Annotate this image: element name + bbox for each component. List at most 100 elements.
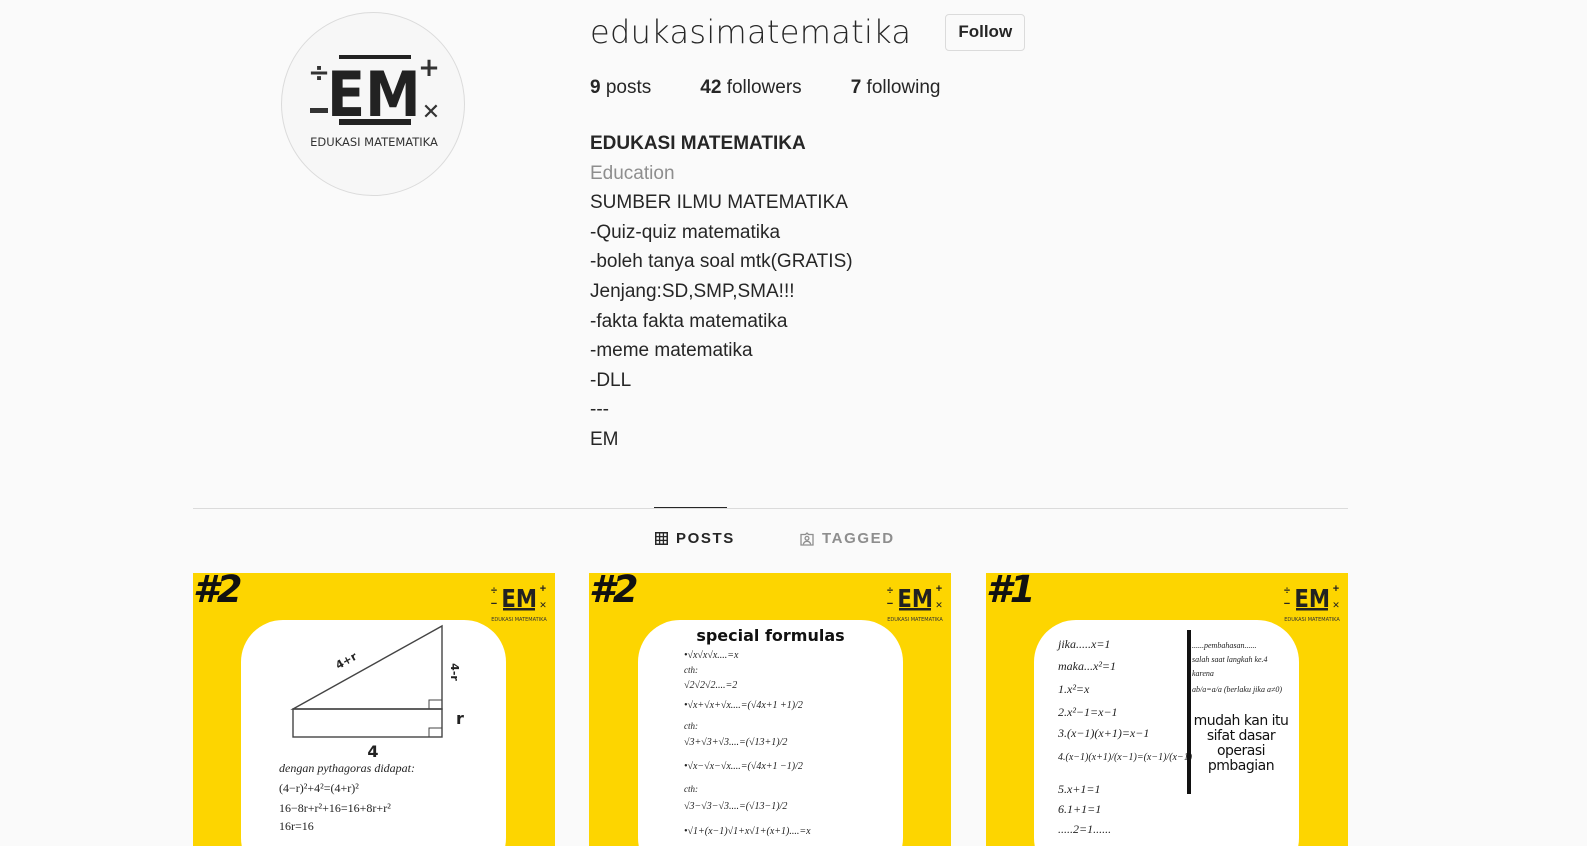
svg-text:EM: EM [327,58,421,131]
bio-line: SUMBER ILMU MATEMATIKA [590,192,848,214]
svg-text:✕: ✕ [422,100,440,125]
vertical-divider [1187,630,1191,794]
posts-count-stat: 9 posts [590,77,651,99]
math-line: •√1+(x−1)√1+x√1+(x+1)....=x [684,826,811,837]
svg-text:÷: ÷ [491,585,497,597]
post-thumbnail[interactable]: #2 EM ÷ + − ✕ EDUKASI MATEMATIKA special… [589,573,951,846]
svg-text:−: − [491,598,497,610]
post-number: #2 [193,573,242,611]
post-thumbnail[interactable]: #2 EM ÷ + − ✕ EDUKASI MATEMATIKA 4+r 4-r… [193,573,555,846]
following-count: 7 [850,77,862,98]
math-line: √3−√3−√3....=(√13−1)/2 [684,801,788,812]
bio-line: EM [590,428,619,450]
svg-text:✕: ✕ [539,600,547,610]
svg-text:EDUKASI MATEMATIKA: EDUKASI MATEMATIKA [1284,617,1340,623]
svg-text:4-r: 4-r [448,663,461,681]
profile-bio: EDUKASI MATEMATIKA Education SUMBER ILMU… [590,129,1290,455]
math-line: •√x−√x−√x....=(√4x+1 −1)/2 [684,761,803,772]
bio-line: -Quiz-quiz matematika [590,221,781,243]
bio-name: EDUKASI MATEMATIKA [590,133,806,154]
profile-page: EM ÷ + ✕ EDUKASI MATEMATIKA edukasimatem… [0,0,1587,846]
following-stat[interactable]: 7 following [851,77,941,99]
svg-text:+: + [418,53,440,83]
note-line: salah saat langkah ke.4 [1192,655,1268,664]
note-line: ab/a=a/a (berlaku jika a≠0) [1192,685,1282,694]
post-card: special formulas •√x√x√x....=x cth: √2√2… [638,620,903,846]
math-line: 16−8r+r²+16=16+8r+r² [279,801,391,815]
svg-text:EDUKASI MATEMATIKA: EDUKASI MATEMATIKA [887,617,943,623]
post-number: #1 [986,573,1035,611]
tab-posts[interactable]: POSTS [655,530,735,547]
profile-username: edukasimatematika [590,13,912,51]
math-line: cth: [684,784,698,794]
special-formulas-title: special formulas [696,626,845,645]
post-number: #2 [589,573,638,611]
followers-stat[interactable]: 42 followers [700,77,801,99]
bio-line: -DLL [590,369,632,391]
bio-line: -boleh tanya soal mtk(GRATIS) [590,251,853,273]
bio-line: Jenjang:SD,SMP,SMA!!! [590,280,795,302]
math-line: 5.x+1=1 [1058,782,1101,796]
math-line: cth: [684,665,698,675]
em-logo-icon: EM ÷ + − ✕ EDUKASI MATEMATIKA [491,583,548,623]
math-line: 6.1+1=1 [1058,802,1102,816]
post-thumbnail[interactable]: #1 EM ÷ + − ✕ EDUKASI MATEMATIKA jika...… [986,573,1348,846]
active-tab-indicator [654,507,727,508]
math-line: .....2=1...... [1058,822,1112,836]
bio-category: Education [590,162,675,184]
em-logo-icon: EM ÷ + ✕ EDUKASI MATEMATIKA [308,53,440,149]
bio-line: -meme matematika [590,340,753,362]
tab-tagged-label: TAGGED [822,530,895,547]
math-line: maka...x²=1 [1058,659,1117,673]
tab-tagged[interactable]: TAGGED [800,530,895,547]
math-line: jika.....x=1 [1058,637,1111,651]
svg-text:÷: ÷ [1284,585,1290,597]
post-card: 4+r 4-r r 4 dengan pythagoras didapat: (… [241,620,506,846]
svg-text:−: − [887,598,893,610]
math-line: 1.x²=x [1058,682,1090,696]
note-line: karena [1192,669,1214,678]
bio-line: -fakta fakta matematika [590,310,788,332]
tabs-divider [193,508,1348,509]
svg-text:r: r [456,709,464,728]
grid-icon [655,532,668,545]
profile-stats: 9 posts 42 followers 7 following [590,77,1290,99]
em-logo-icon: EM ÷ + − ✕ EDUKASI MATEMATIKA [887,583,944,623]
svg-text:EDUKASI MATEMATIKA: EDUKASI MATEMATIKA [310,135,438,149]
posts-label: posts [605,77,652,98]
profile-avatar[interactable]: EM ÷ + ✕ EDUKASI MATEMATIKA [281,12,465,196]
math-line: √3+√3+√3....=(√13+1)/2 [684,737,788,748]
math-line: √2√2√2....=2 [684,680,738,691]
math-line: (4−r)²+4²=(4+r)² [279,781,359,795]
math-line: 2.x²−1=x−1 [1058,705,1118,719]
tab-posts-label: POSTS [676,530,735,547]
math-line: •√x+√x+√x....=(√4x+1 +1)/2 [684,700,803,711]
math-line: 4.(x−1)(x+1)/(x−1)=(x−1)/(x−1) [1058,752,1193,763]
em-logo-icon: EM ÷ + − ✕ EDUKASI MATEMATIKA [1284,583,1341,623]
math-line: •√x√x√x....=x [684,650,739,661]
svg-text:✕: ✕ [1332,600,1340,610]
post-card: jika.....x=1 maka...x²=1 1.x²=x 2.x²−1=x… [1034,620,1299,846]
svg-text:÷: ÷ [887,585,893,597]
svg-text:+: + [540,583,546,595]
svg-text:4: 4 [367,742,378,761]
math-line: 3.(x−1)(x+1)=x−1 [1058,726,1150,740]
tagged-user-icon [800,531,814,546]
note-line: ......pembahasan...... [1192,641,1257,650]
svg-text:✕: ✕ [935,600,943,610]
math-line: dengan pythagoras didapat: [279,761,415,775]
followers-label: followers [726,77,802,98]
math-line: 16r=16 [279,819,314,833]
svg-text:+: + [936,583,942,595]
profile-title-row: edukasimatematika Follow [590,10,1290,54]
posts-count: 9 [590,77,601,98]
following-label: following [866,77,941,98]
svg-text:4+r: 4+r [333,650,359,672]
svg-text:−: − [1284,598,1290,610]
followers-count: 42 [700,77,722,98]
svg-text:+: + [1333,583,1339,595]
follow-button[interactable]: Follow [945,13,1026,51]
bio-line: --- [590,399,609,421]
svg-text:÷: ÷ [308,58,330,88]
math-line: cth: [684,721,698,731]
